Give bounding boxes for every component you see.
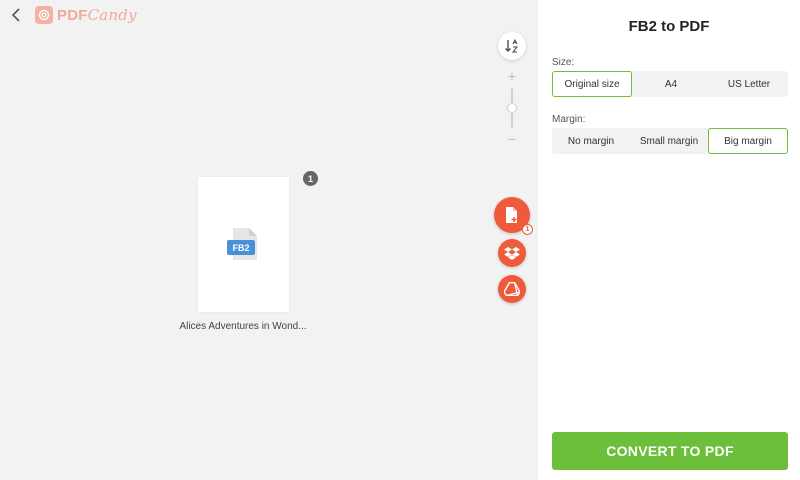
workspace: PDFCandy + − FB2 1 Alices Adventures in …	[0, 0, 538, 480]
size-option-original[interactable]: Original size	[552, 71, 632, 97]
file-type-label: FB2	[232, 243, 249, 253]
dropbox-upload-button[interactable]	[498, 239, 526, 267]
google-drive-icon	[504, 282, 520, 296]
margin-selector: No margin Small margin Big margin	[552, 128, 788, 154]
sort-button[interactable]	[498, 32, 526, 60]
zoom-in-button[interactable]: +	[506, 69, 518, 83]
margin-option-small[interactable]: Small margin	[630, 128, 708, 154]
convert-button[interactable]: CONVERT TO PDF	[552, 432, 788, 470]
size-selector: Original size A4 US Letter	[552, 71, 788, 97]
zoom-out-button[interactable]: −	[506, 132, 518, 146]
file-index-badge: 1	[303, 171, 318, 186]
upload-count-badge: 1	[522, 224, 533, 235]
add-file-icon	[506, 207, 517, 223]
dropbox-icon	[504, 247, 520, 260]
zoom-slider-handle[interactable]	[507, 103, 517, 113]
logo-text: PDFCandy	[57, 6, 137, 24]
size-label: Size:	[552, 57, 575, 68]
size-option-a4[interactable]: A4	[632, 71, 710, 97]
margin-option-none[interactable]: No margin	[552, 128, 630, 154]
page-title: FB2 to PDF	[628, 18, 710, 35]
file-name: Alices Adventures in Wond...	[179, 321, 307, 332]
margin-label: Margin:	[552, 114, 586, 125]
pdfcandy-logo[interactable]: PDFCandy	[35, 4, 137, 26]
sort-az-icon	[505, 38, 519, 53]
options-panel: FB2 to PDF Size: Original size A4 US Let…	[538, 0, 800, 480]
file-thumbnail[interactable]: FB2	[198, 177, 289, 312]
chevron-left-icon	[11, 8, 20, 22]
margin-option-big[interactable]: Big margin	[708, 128, 788, 154]
fb2-file-icon: FB2	[226, 227, 257, 260]
size-option-us-letter[interactable]: US Letter	[710, 71, 788, 97]
back-button[interactable]	[6, 4, 26, 26]
google-drive-upload-button[interactable]	[498, 275, 526, 303]
candy-logo-icon	[35, 6, 53, 24]
